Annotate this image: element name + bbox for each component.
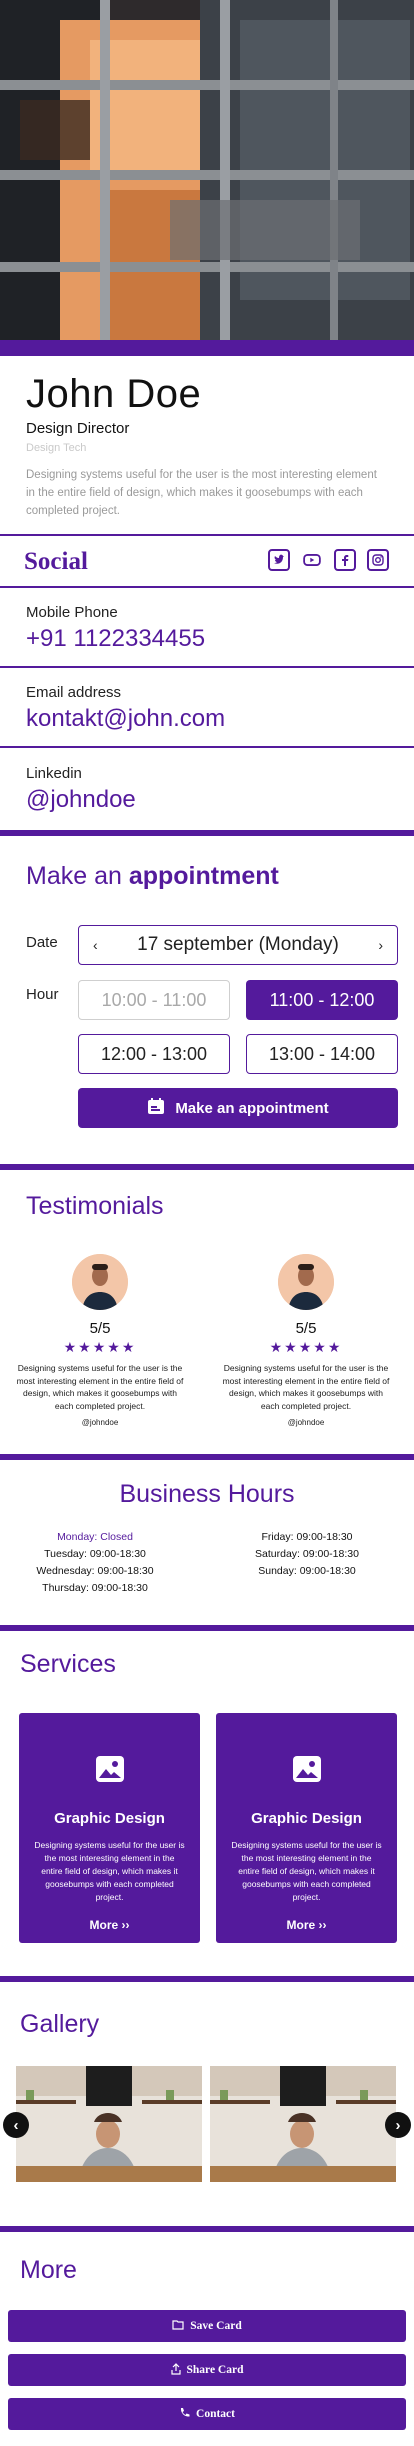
business-hours-title: Business Hours xyxy=(119,1480,295,1508)
hours-row: Tuesday: 09:00-18:30 xyxy=(44,1548,146,1560)
testimonials-title: Testimonials xyxy=(26,1192,164,1220)
appointment-title-strong: appointment xyxy=(128,862,279,890)
youtube-icon[interactable] xyxy=(301,549,323,571)
social-title: Social xyxy=(24,548,88,575)
hours-row: Thursday: 09:00-18:30 xyxy=(42,1582,148,1594)
gallery-title: Gallery xyxy=(20,2010,100,2038)
profile-name: John Doe xyxy=(26,372,202,416)
appointment-title-prefix: Make an xyxy=(26,862,129,890)
social-icons xyxy=(268,549,389,571)
hour-label: Hour xyxy=(26,986,59,1003)
linkedin-label: Linkedin xyxy=(26,765,82,782)
time-slot-selected[interactable]: 11:00 - 12:00 xyxy=(246,980,398,1020)
date-text: 17 september xyxy=(137,934,254,955)
testimonial-card: 5/5 ★★★★★ Designing systems useful for t… xyxy=(10,1254,190,1427)
time-slot[interactable]: 10:00 - 11:00 xyxy=(78,980,230,1020)
service-description: Designing systems useful for the user is… xyxy=(34,1840,185,1902)
save-card-label: Save Card xyxy=(190,2320,242,2332)
twitter-icon[interactable] xyxy=(268,549,290,571)
hero-image xyxy=(0,0,414,340)
instagram-icon[interactable] xyxy=(367,549,389,571)
divider xyxy=(0,586,414,588)
section-bar xyxy=(0,1625,414,1631)
hero-accent-bar xyxy=(0,340,414,356)
service-title: Graphic Design xyxy=(54,1810,165,1827)
facebook-icon[interactable] xyxy=(334,549,356,571)
divider xyxy=(0,534,414,536)
section-bar xyxy=(0,2226,414,2232)
email-link[interactable]: kontakt@john.com xyxy=(26,705,225,733)
hours-row: Saturday: 09:00-18:30 xyxy=(255,1548,359,1560)
section-bar xyxy=(0,1454,414,1460)
profile-bio: Designing systems useful for the user is… xyxy=(26,469,377,517)
service-title: Graphic Design xyxy=(251,1810,362,1827)
avatar xyxy=(72,1254,128,1310)
testimonial-card: 5/5 ★★★★★ Designing systems useful for t… xyxy=(216,1254,396,1427)
divider xyxy=(0,666,414,668)
services-title: Services xyxy=(20,1650,116,1678)
section-bar xyxy=(0,1976,414,1982)
linkedin-link[interactable]: @johndoe xyxy=(26,786,136,814)
appointment-title: Make an appointment xyxy=(26,862,279,891)
contact-label: Contact xyxy=(196,2408,235,2420)
testimonial-score: 5/5 xyxy=(295,1320,317,1337)
share-card-label: Share Card xyxy=(186,2364,244,2376)
testimonial-quote: Designing systems useful for the user is… xyxy=(222,1363,390,1411)
make-appointment-button[interactable]: Make an appointment xyxy=(78,1088,398,1128)
time-slot[interactable]: 13:00 - 14:00 xyxy=(246,1034,398,1074)
hours-left-column: Monday: Closed Tuesday: 09:00-18:30 Wedn… xyxy=(30,1529,160,1597)
folder-icon xyxy=(172,2319,184,2333)
date-label: Date xyxy=(26,934,58,951)
calendar-icon xyxy=(147,1097,165,1119)
divider xyxy=(0,746,414,748)
section-bar xyxy=(0,830,414,836)
section-bar xyxy=(0,1164,414,1170)
image-icon xyxy=(292,1756,321,1782)
testimonial-quote: Designing systems useful for the user is… xyxy=(16,1363,184,1411)
hours-right-column: Friday: 09:00-18:30 Saturday: 09:00-18:3… xyxy=(242,1529,372,1580)
phone-link[interactable]: +91 1122334455 xyxy=(26,625,205,653)
profile-role: Design Director xyxy=(26,420,130,437)
hours-row-closed: Monday: Closed xyxy=(57,1531,133,1543)
date-prev-button[interactable]: ‹ xyxy=(93,937,98,953)
hours-row: Wednesday: 09:00-18:30 xyxy=(36,1565,154,1577)
phone-icon xyxy=(179,2407,190,2421)
date-value: 17 september (Monday) xyxy=(137,934,339,956)
star-rating: ★★★★★ xyxy=(269,1339,343,1355)
image-icon xyxy=(95,1756,124,1782)
testimonial-handle: @johndoe xyxy=(287,1418,325,1427)
service-card: Graphic Design Designing systems useful … xyxy=(19,1713,200,1943)
more-title: More xyxy=(20,2256,77,2284)
star-rating: ★★★★★ xyxy=(63,1339,137,1355)
testimonial-score: 5/5 xyxy=(89,1320,111,1337)
date-next-button[interactable]: › xyxy=(378,937,383,953)
date-day: (Monday) xyxy=(258,934,339,955)
gallery-next-button[interactable]: › xyxy=(385,2112,411,2138)
service-card: Graphic Design Designing systems useful … xyxy=(216,1713,397,1943)
share-icon xyxy=(170,2362,181,2378)
service-description: Designing systems useful for the user is… xyxy=(231,1840,382,1902)
hours-row: Friday: 09:00-18:30 xyxy=(261,1531,353,1543)
save-card-button[interactable]: Save Card xyxy=(8,2310,406,2342)
date-picker: ‹ 17 september (Monday) › xyxy=(78,925,398,965)
hours-row: Sunday: 09:00-18:30 xyxy=(258,1565,356,1577)
gallery-prev-button[interactable]: ‹ xyxy=(3,2112,29,2138)
email-label: Email address xyxy=(26,684,122,701)
avatar xyxy=(278,1254,334,1310)
gallery-image[interactable] xyxy=(210,2066,396,2182)
service-more-link[interactable]: More ›› xyxy=(216,1918,397,1932)
phone-label: Mobile Phone xyxy=(26,604,118,621)
contact-button[interactable]: Contact xyxy=(8,2398,406,2430)
gallery-image[interactable] xyxy=(16,2066,202,2182)
make-appointment-label: Make an appointment xyxy=(175,1099,329,1117)
share-card-button[interactable]: Share Card xyxy=(8,2354,406,2386)
testimonial-handle: @johndoe xyxy=(81,1418,119,1427)
time-slot[interactable]: 12:00 - 13:00 xyxy=(78,1034,230,1074)
profile-company: Design Tech xyxy=(26,442,87,454)
service-more-link[interactable]: More ›› xyxy=(19,1918,200,1932)
